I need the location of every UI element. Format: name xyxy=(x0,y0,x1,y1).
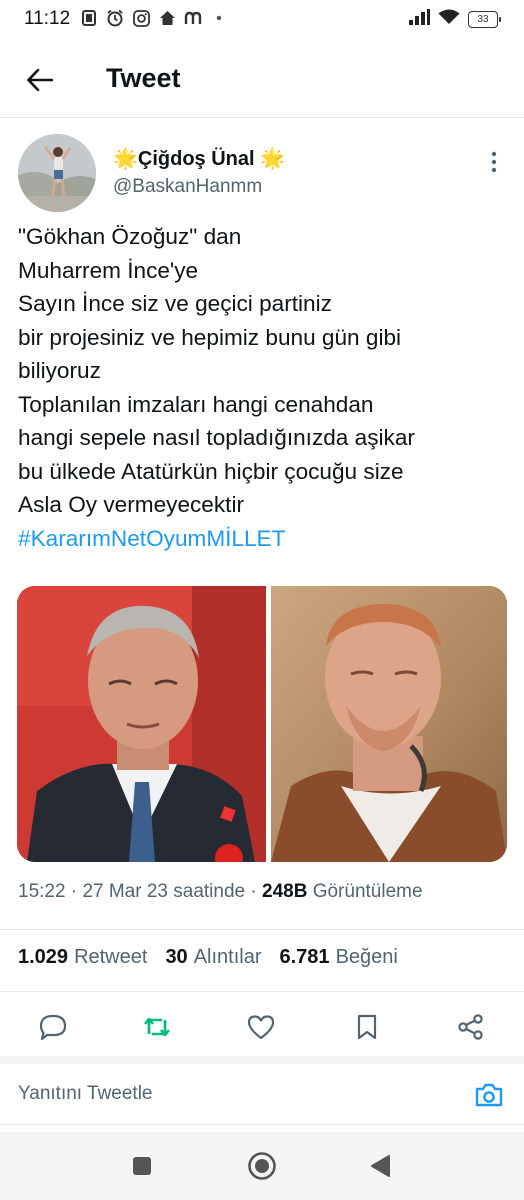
retweet-button[interactable] xyxy=(142,1012,172,1042)
tweet-line: Sayın İnce siz ve geçici partiniz xyxy=(18,291,332,316)
meta-divider xyxy=(0,929,524,930)
tweet-line: Toplanılan imzaları hangi cenahdan xyxy=(18,391,374,417)
back-button[interactable] xyxy=(20,60,60,100)
retweets-count: 1.029 xyxy=(18,946,69,968)
views-count[interactable]: 248B xyxy=(262,881,307,902)
tweet-line: "Gökhan Özoğuz" dan xyxy=(18,224,242,249)
reply-button[interactable] xyxy=(38,1012,68,1042)
quotes-count: 30 xyxy=(165,946,188,968)
tweet-date: 27 Mar 23 saatinde xyxy=(82,881,246,902)
page-title: Tweet xyxy=(106,63,181,93)
retweets-stat[interactable]: 1.029 Retweet xyxy=(18,946,147,969)
bookmark-icon xyxy=(357,1014,377,1040)
reply-divider xyxy=(0,1124,524,1125)
quotes-stat[interactable]: 30 Alıntılar xyxy=(165,946,261,969)
tweet-text: "Gökhan Özoğuz" dan Muharrem İnce'ye Say… xyxy=(18,220,508,555)
like-button[interactable] xyxy=(246,1012,276,1042)
heart-icon xyxy=(247,1015,275,1040)
reply-icon xyxy=(39,1014,67,1040)
tweet-stats: 1.029 Retweet 30 Alıntılar 6.781 Beğeni xyxy=(18,946,406,969)
back-nav-button[interactable] xyxy=(364,1150,396,1182)
status-icons-right: 33 xyxy=(408,9,501,30)
recents-button[interactable] xyxy=(126,1150,158,1182)
tweet-line: bu ülkede Atatürkün hiçbir çocuğu size xyxy=(18,458,404,484)
more-vertical-icon xyxy=(491,151,497,173)
wifi-icon xyxy=(438,9,460,30)
likes-label: Beğeni xyxy=(335,946,398,968)
meta-separator: · xyxy=(245,881,262,902)
system-navigation-bar xyxy=(0,1132,524,1200)
notification-icon xyxy=(80,9,98,27)
media-image-right[interactable] xyxy=(271,586,507,862)
tweet-actions xyxy=(0,1004,524,1050)
hashtag-link[interactable]: #KararımNetOyumMİLLET xyxy=(18,522,508,556)
likes-count: 6.781 xyxy=(279,946,330,968)
top-header: Tweet xyxy=(0,46,524,112)
status-bar: 11:12 33 xyxy=(0,0,524,40)
home-icon xyxy=(158,9,176,27)
home-circle-icon xyxy=(248,1152,276,1180)
tweet-media xyxy=(17,586,507,862)
dot-icon xyxy=(210,9,228,27)
tweet-line: bir projesiniz ve hepimiz bunu gün gibi xyxy=(18,324,402,350)
arrow-left-icon xyxy=(27,69,53,91)
reply-input[interactable]: Yanıtını Tweetle xyxy=(18,1083,153,1105)
status-time: 11:12 xyxy=(24,8,71,29)
author-handle[interactable]: @BaskanHanmm xyxy=(113,176,262,198)
tweet-line: Muharrem İnce'ye xyxy=(18,257,199,283)
retweets-label: Retweet xyxy=(74,946,148,968)
views-label[interactable]: Görüntüleme xyxy=(307,881,423,902)
author-name[interactable]: 🌟Çiğdoş Ünal 🌟 xyxy=(113,146,285,171)
meta-separator: · xyxy=(65,881,83,902)
quotes-label: Alıntılar xyxy=(193,946,262,968)
camera-icon xyxy=(475,1083,503,1107)
avatar[interactable] xyxy=(18,134,96,212)
share-button[interactable] xyxy=(456,1012,486,1042)
photo-man-suit xyxy=(17,586,266,862)
signal-icon xyxy=(408,9,430,30)
camera-button[interactable] xyxy=(472,1078,506,1112)
tweet-line: hangi sepele nasıl topladığınızda aşikar xyxy=(18,425,415,450)
instagram-icon xyxy=(132,9,150,27)
share-icon xyxy=(458,1014,483,1040)
stats-divider xyxy=(0,991,524,992)
tweet-line: biliyoruz xyxy=(18,358,101,383)
bookmark-button[interactable] xyxy=(352,1012,382,1042)
header-divider xyxy=(0,117,524,118)
media-image-left[interactable] xyxy=(17,586,266,862)
tweet-meta: 15:22 · 27 Mar 23 saatinde · 248B Görünt… xyxy=(18,881,423,903)
battery-level: 33 xyxy=(477,14,489,25)
triangle-back-icon xyxy=(371,1155,390,1177)
actions-divider xyxy=(0,1056,524,1064)
retweet-icon xyxy=(143,1017,171,1037)
photo-man-jacket xyxy=(271,586,507,862)
recents-icon xyxy=(133,1157,151,1175)
tweet-line: Asla Oy vermeyecektir xyxy=(18,492,244,517)
avatar-photo xyxy=(18,134,96,212)
more-options-button[interactable] xyxy=(484,146,504,178)
battery-icon: 33 xyxy=(468,11,501,28)
m-app-icon xyxy=(184,9,202,27)
home-button[interactable] xyxy=(246,1150,278,1182)
status-icons-left xyxy=(80,9,228,27)
reply-composer: Yanıtını Tweetle xyxy=(0,1068,524,1124)
likes-stat[interactable]: 6.781 Beğeni xyxy=(280,946,398,969)
alarm-icon xyxy=(106,9,124,27)
tweet-time: 15:22 xyxy=(18,881,66,902)
